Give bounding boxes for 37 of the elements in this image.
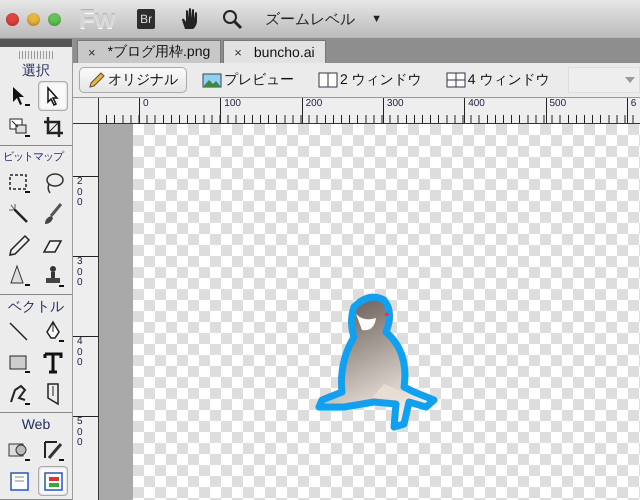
tab-label: buncho.ai xyxy=(254,44,315,60)
tab-label: *ブログ用枠.png xyxy=(108,43,210,61)
ruler-label: 300 xyxy=(77,257,83,288)
document-tab[interactable]: × *ブログ用枠.png xyxy=(77,40,222,63)
four-panes-icon xyxy=(446,71,466,89)
pencil-icon xyxy=(7,233,31,257)
close-tab-button[interactable]: × xyxy=(234,44,242,60)
section-title: Web xyxy=(20,415,52,434)
zoom-level-menu[interactable]: ズームレベル xyxy=(265,10,356,28)
view-button[interactable]: プレビュー xyxy=(193,67,303,93)
section-title: ベクトル xyxy=(7,297,65,316)
dropdown-caret[interactable]: ▼ xyxy=(371,13,382,25)
search-icon xyxy=(221,8,244,30)
app-logo: Fw xyxy=(79,4,116,34)
ruler-label: 200 xyxy=(77,177,83,208)
text-icon xyxy=(41,351,65,375)
view-button[interactable]: 4 ウィンドウ xyxy=(436,67,558,93)
two-panes-icon xyxy=(318,71,338,89)
section-title: ビットマップ xyxy=(2,150,65,165)
crop-icon xyxy=(41,115,65,139)
document-tab[interactable]: × buncho.ai xyxy=(223,40,326,63)
section-title: 選択 xyxy=(21,61,51,80)
ruler-label: 400 xyxy=(77,337,83,368)
pencil-icon xyxy=(88,71,106,89)
bridge-button[interactable]: Br xyxy=(137,9,156,29)
tool-button[interactable] xyxy=(38,81,68,111)
tool-button[interactable] xyxy=(38,466,68,496)
panel-header xyxy=(0,39,72,47)
landscape-icon xyxy=(202,71,222,89)
ruler-label: 500 xyxy=(77,417,83,448)
close-tab-button[interactable]: × xyxy=(88,44,96,60)
slice-icon xyxy=(41,438,65,462)
caret-icon xyxy=(625,77,635,83)
freeform-icon xyxy=(7,382,31,406)
close-button[interactable] xyxy=(6,12,19,26)
view-button[interactable]: 2 ウィンドウ xyxy=(309,67,431,93)
view-button[interactable]: オリジナル xyxy=(79,67,187,93)
